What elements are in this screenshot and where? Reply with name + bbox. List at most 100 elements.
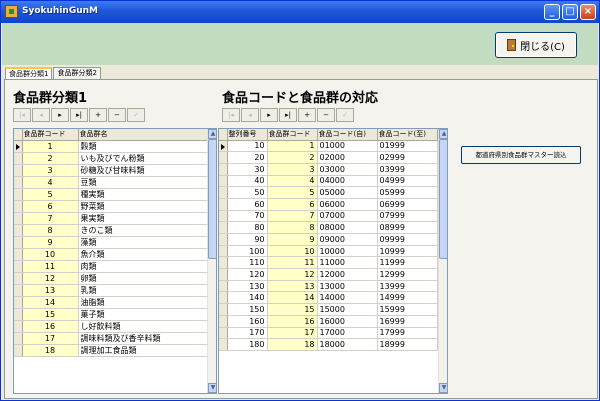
table-cell[interactable]: 2 bbox=[267, 151, 318, 164]
table-cell[interactable]: 9 bbox=[267, 233, 318, 246]
table-cell[interactable]: 08000 bbox=[317, 221, 378, 234]
left-scrollbar[interactable]: ▲ ▼ bbox=[207, 129, 216, 393]
row-selector[interactable] bbox=[14, 260, 23, 273]
prev-icon[interactable]: ◂ bbox=[241, 108, 259, 122]
table-cell[interactable]: 07999 bbox=[377, 210, 438, 223]
row-selector[interactable] bbox=[219, 268, 228, 281]
table-cell[interactable]: 170 bbox=[227, 327, 268, 340]
table-row[interactable]: 15 菓子類 bbox=[14, 308, 209, 321]
table-row[interactable]: 2 いも及びでん粉類 bbox=[14, 152, 209, 165]
row-selector[interactable] bbox=[14, 200, 23, 213]
table-cell[interactable]: 11999 bbox=[377, 256, 438, 270]
row-selector[interactable] bbox=[219, 303, 228, 316]
table-cell[interactable]: 10 bbox=[22, 248, 79, 261]
maximize-button[interactable]: □ bbox=[562, 4, 578, 20]
table-row[interactable]: 13 乳類 bbox=[14, 284, 209, 297]
table-row[interactable]: 14 油脂類 bbox=[14, 296, 209, 309]
close-button[interactable]: 閉じる(C) bbox=[495, 32, 577, 58]
table-cell[interactable]: 13 bbox=[22, 284, 79, 297]
table-cell[interactable]: 10000 bbox=[317, 245, 378, 258]
row-selector[interactable] bbox=[14, 224, 23, 237]
row-selector[interactable] bbox=[219, 291, 228, 305]
table-cell[interactable]: 13000 bbox=[317, 280, 378, 293]
last-icon[interactable]: ▸| bbox=[279, 108, 297, 122]
table-cell[interactable]: 1 bbox=[22, 140, 79, 153]
table-cell[interactable]: 11 bbox=[22, 260, 79, 273]
add-icon[interactable]: + bbox=[298, 108, 316, 122]
table-row[interactable]: 170 17 17000 17999 bbox=[219, 327, 438, 340]
table-cell[interactable]: 8 bbox=[22, 224, 79, 237]
row-selector[interactable] bbox=[219, 175, 228, 188]
table-cell[interactable]: 5 bbox=[22, 188, 79, 201]
first-icon[interactable]: |◂ bbox=[13, 108, 31, 122]
table-row[interactable]: 50 5 05000 05999 bbox=[219, 186, 438, 199]
table-cell[interactable]: 50 bbox=[227, 186, 268, 199]
table-row[interactable]: 16 し好飲料類 bbox=[14, 320, 209, 333]
scroll-down-icon[interactable]: ▼ bbox=[439, 383, 447, 393]
column-header[interactable]: 食品群コード bbox=[22, 129, 79, 141]
row-selector[interactable] bbox=[219, 210, 228, 223]
row-selector[interactable] bbox=[14, 284, 23, 297]
table-cell[interactable]: 06999 bbox=[377, 198, 438, 211]
table-row[interactable]: 9 藻類 bbox=[14, 236, 209, 249]
table-row[interactable]: 7 果実類 bbox=[14, 212, 209, 225]
table-cell[interactable]: 藻類 bbox=[78, 236, 209, 249]
table-cell[interactable]: 10 bbox=[267, 245, 318, 258]
next-icon[interactable]: ▸ bbox=[51, 108, 69, 122]
table-cell[interactable]: 08999 bbox=[377, 221, 438, 234]
table-cell[interactable]: 14999 bbox=[377, 291, 438, 305]
table-row[interactable]: 12 卵類 bbox=[14, 272, 209, 285]
table-row[interactable]: 11 肉類 bbox=[14, 260, 209, 273]
table-row[interactable]: 150 15 15000 15999 bbox=[219, 303, 438, 316]
row-selector[interactable] bbox=[14, 308, 23, 321]
column-header[interactable]: 食品コード(自) bbox=[317, 129, 378, 141]
table-cell[interactable]: 150 bbox=[227, 303, 268, 316]
table-cell[interactable]: 20 bbox=[227, 151, 268, 164]
delete-icon[interactable]: − bbox=[317, 108, 335, 122]
table-cell[interactable]: 卵類 bbox=[78, 272, 209, 285]
table-cell[interactable]: 18999 bbox=[377, 338, 438, 351]
row-selector[interactable] bbox=[219, 186, 228, 199]
column-header[interactable]: 食品群名 bbox=[78, 129, 209, 141]
row-selector[interactable] bbox=[219, 338, 228, 351]
table-cell[interactable]: 02999 bbox=[377, 151, 438, 164]
table-cell[interactable]: 100 bbox=[227, 245, 268, 258]
table-cell[interactable]: 03000 bbox=[317, 163, 378, 176]
table-cell[interactable]: いも及びでん粉類 bbox=[78, 152, 209, 165]
table-cell[interactable]: 3 bbox=[267, 163, 318, 176]
row-selector[interactable] bbox=[14, 320, 23, 333]
prev-icon[interactable]: ◂ bbox=[32, 108, 50, 122]
table-row[interactable]: 10 1 01000 01999 bbox=[219, 140, 438, 153]
table-cell[interactable]: 14 bbox=[267, 291, 318, 305]
first-icon[interactable]: |◂ bbox=[222, 108, 240, 122]
table-cell[interactable]: 02000 bbox=[317, 151, 378, 164]
table-cell[interactable]: 12 bbox=[267, 268, 318, 281]
row-selector[interactable] bbox=[14, 140, 23, 153]
table-row[interactable]: 40 4 04000 04999 bbox=[219, 175, 438, 188]
table-cell[interactable]: 2 bbox=[22, 152, 79, 165]
table-cell[interactable]: 8 bbox=[267, 221, 318, 234]
table-row[interactable]: 30 3 03000 03999 bbox=[219, 163, 438, 176]
table-cell[interactable]: 11000 bbox=[317, 256, 378, 270]
row-selector[interactable] bbox=[14, 164, 23, 177]
table-cell[interactable]: 3 bbox=[22, 164, 79, 177]
table-row[interactable]: 70 7 07000 07999 bbox=[219, 210, 438, 223]
table-cell[interactable]: 17999 bbox=[377, 327, 438, 340]
table-row[interactable]: 1 穀類 bbox=[14, 140, 209, 153]
table-cell[interactable]: 60 bbox=[227, 198, 268, 211]
scroll-up-icon[interactable]: ▲ bbox=[208, 129, 216, 139]
row-selector[interactable] bbox=[14, 272, 23, 285]
table-cell[interactable]: 野菜類 bbox=[78, 200, 209, 213]
table-cell[interactable]: 180 bbox=[227, 338, 268, 351]
table-cell[interactable]: 05000 bbox=[317, 186, 378, 199]
row-selector[interactable] bbox=[219, 221, 228, 234]
table-cell[interactable]: 10 bbox=[227, 140, 268, 153]
table-cell[interactable]: 01999 bbox=[377, 140, 438, 153]
table-cell[interactable]: 6 bbox=[22, 200, 79, 213]
table-cell[interactable]: 13 bbox=[267, 280, 318, 293]
table-cell[interactable]: 17000 bbox=[317, 327, 378, 340]
load-prefecture-master-button[interactable]: 都道府県別食品群マスター読込 bbox=[461, 146, 581, 164]
table-row[interactable]: 18 調理加工食品類 bbox=[14, 344, 209, 357]
row-selector[interactable] bbox=[219, 140, 228, 153]
table-cell[interactable]: 果実類 bbox=[78, 212, 209, 225]
